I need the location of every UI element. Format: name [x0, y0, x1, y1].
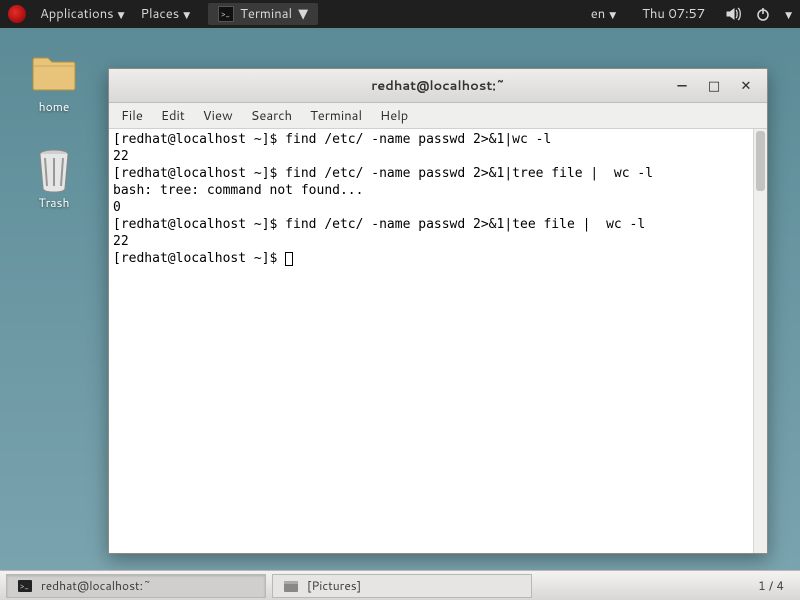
top-panel: Applications ▼ Places ▼ Terminal ▼ en ▼ … — [0, 0, 800, 28]
terminal-output[interactable]: [redhat@localhost ~]$ find /etc/ -name p… — [109, 129, 753, 553]
maximize-button[interactable]: □ — [707, 77, 721, 95]
chevron-down-icon: ▼ — [298, 5, 308, 23]
chevron-down-icon: ▼ — [609, 8, 616, 21]
folder-icon — [30, 50, 78, 94]
menubar: File Edit View Search Terminal Help — [109, 103, 767, 129]
window-titlebar[interactable]: redhat@localhost:~ — □ ✕ — [109, 69, 767, 103]
terminal-window: redhat@localhost:~ — □ ✕ File Edit View … — [108, 68, 768, 554]
folder-icon — [283, 578, 299, 594]
applications-label: Applications — [40, 5, 114, 23]
scrollbar[interactable] — [753, 129, 767, 553]
chevron-down-icon: ▼ — [183, 8, 190, 21]
desktop-icon-trash[interactable]: Trash — [18, 146, 90, 211]
menu-terminal[interactable]: Terminal — [310, 107, 362, 125]
keyboard-layout[interactable]: en ▼ — [585, 5, 622, 23]
close-button[interactable]: ✕ — [739, 77, 753, 95]
places-label: Places — [141, 5, 180, 23]
chevron-down-icon: ▼ — [785, 8, 792, 21]
menu-edit[interactable]: Edit — [161, 107, 185, 125]
desktop[interactable]: home Trash redhat@localhost:~ — □ ✕ File… — [0, 28, 800, 570]
clock-label: Thu 07:57 — [642, 5, 705, 23]
desktop-icon-label: Trash — [18, 194, 90, 211]
menu-view[interactable]: View — [203, 107, 233, 125]
taskbar-item-label: [Pictures] — [307, 577, 361, 594]
scrollbar-thumb[interactable] — [756, 131, 765, 191]
workspace-label: 1 / 4 — [758, 577, 784, 594]
menu-file[interactable]: File — [121, 107, 143, 125]
active-app-indicator[interactable]: Terminal ▼ — [208, 3, 318, 25]
desktop-icon-label: home — [18, 98, 90, 115]
workspace-switcher[interactable]: 1 / 4 — [748, 577, 794, 594]
menu-search[interactable]: Search — [251, 107, 292, 125]
applications-menu[interactable]: Applications ▼ — [34, 5, 131, 23]
terminal-icon — [218, 6, 234, 22]
keyboard-layout-label: en — [591, 5, 605, 23]
svg-text:>_: >_ — [20, 580, 29, 592]
taskbar-item-pictures[interactable]: [Pictures] — [272, 574, 532, 598]
bottom-panel: >_ redhat@localhost:~ [Pictures] 1 / 4 — [0, 570, 800, 600]
power-icon[interactable] — [755, 6, 771, 22]
places-menu[interactable]: Places ▼ — [135, 5, 197, 23]
taskbar-item-label: redhat@localhost:~ — [41, 577, 151, 594]
window-title: redhat@localhost:~ — [109, 77, 767, 95]
terminal-icon: >_ — [17, 578, 33, 594]
taskbar-item-terminal[interactable]: >_ redhat@localhost:~ — [6, 574, 266, 598]
minimize-button[interactable]: — — [675, 77, 689, 95]
active-app-label: Terminal — [240, 5, 292, 23]
volume-icon[interactable] — [725, 6, 741, 22]
clock[interactable]: Thu 07:57 — [636, 5, 711, 23]
menu-help[interactable]: Help — [380, 107, 408, 125]
redhat-logo-icon — [8, 5, 26, 23]
trash-icon — [30, 146, 78, 190]
desktop-icon-home[interactable]: home — [18, 50, 90, 115]
chevron-down-icon: ▼ — [118, 8, 125, 21]
